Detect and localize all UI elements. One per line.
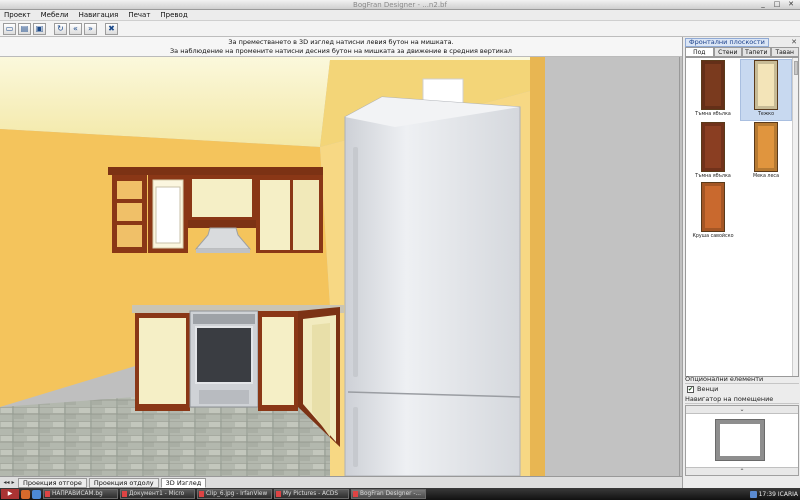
kitchen-3d-render[interactable] — [0, 57, 680, 476]
menu-item-furniture[interactable]: Мебели — [40, 11, 70, 19]
3d-view-canvas[interactable] — [0, 57, 680, 476]
swatch-door-preview — [701, 60, 725, 110]
swatch-door-preview — [754, 122, 778, 172]
tab-top-projection[interactable]: Проекция отгоре — [18, 477, 87, 488]
forward-icon[interactable]: » — [84, 22, 97, 35]
panel-header: Фронтални плоскости — [685, 38, 797, 47]
system-tray: 17:39 ICARIA — [749, 489, 798, 499]
maximize-icon[interactable]: □ — [772, 1, 782, 8]
options-header: Опционални елементи — [685, 375, 799, 384]
swatch-list: Тъмна ябълка Тежко Тъмна ябълка Мека лес… — [685, 57, 799, 377]
scrollbar-thumb[interactable] — [794, 61, 798, 75]
navigator-header: Навигатор на помещение — [685, 395, 799, 404]
app-window: BogFran Designer - ...n2.bf _ □ ✕ Проект… — [0, 0, 800, 500]
tab-nav-arrows-icon[interactable]: ◂◂ ▸ — [2, 479, 16, 486]
crown-molding-checkbox[interactable]: ✔ — [687, 385, 694, 393]
close-icon[interactable]: ✕ — [791, 38, 797, 46]
swatch-door-preview — [754, 60, 778, 110]
panel-tabs: Под Стени Тапети Таван — [685, 47, 799, 57]
swatch-item[interactable]: Круша савойско — [688, 182, 738, 242]
swatch-label: Круша савойско — [692, 234, 734, 239]
menu-item-translate[interactable]: Превод — [159, 11, 188, 19]
delete-icon[interactable]: ✖ — [105, 22, 118, 35]
menu-item-navigation[interactable]: Навигация — [78, 11, 120, 19]
hint-line-1: За преместването в 3D изглед натисни лев… — [228, 38, 454, 46]
open-icon[interactable]: ▤ — [18, 22, 31, 35]
hint-bar: За преместването в 3D изглед натисни лев… — [0, 37, 682, 57]
taskbar-item[interactable]: Документ1 - Micro — [120, 489, 195, 499]
minimize-icon[interactable]: _ — [758, 1, 768, 8]
swatch-item[interactable]: Тежко — [740, 59, 792, 121]
swatch-scrollbar[interactable] — [792, 58, 798, 376]
start-button[interactable]: ▶ — [1, 489, 19, 499]
menu-item-print[interactable]: Печат — [127, 11, 151, 19]
hint-line-2: За наблюдение на промените натисни десни… — [170, 47, 512, 55]
tab-bottom-projection[interactable]: Проекция отдолу — [88, 477, 159, 488]
tab-floor[interactable]: Под — [685, 47, 714, 57]
option-crown-molding[interactable]: ✔ Венци — [687, 385, 718, 393]
tray-clock: 17:39 — [758, 490, 776, 498]
title-bar[interactable]: BogFran Designer - ...n2.bf _ □ ✕ — [0, 0, 800, 10]
new-icon[interactable]: ▭ — [3, 22, 16, 35]
swatch-item[interactable]: Мека леса — [741, 122, 791, 182]
panel-title: Фронтални плоскости — [685, 38, 769, 47]
back-icon[interactable]: « — [69, 22, 82, 35]
taskbar-item[interactable]: НАПРАВИСАМ.bg — [43, 489, 118, 499]
quicklaunch-browser-icon[interactable] — [21, 489, 30, 499]
tab-3d-view[interactable]: 3D Изглед — [160, 477, 207, 488]
window-title: BogFran Designer - ...n2.bf — [353, 1, 447, 9]
room-outline[interactable] — [715, 419, 765, 461]
chevron-up-icon[interactable]: ⌃ — [686, 467, 798, 475]
taskbar-item-active[interactable]: BogFran Designer -... — [351, 489, 426, 499]
close-icon[interactable]: ✕ — [786, 1, 796, 8]
menu-item-project[interactable]: Проект — [3, 11, 32, 19]
toolbar: ▭ ▤ ▣ ↻ « » ✖ — [0, 21, 800, 37]
taskbar-item[interactable]: My Pictures - ACDS — [274, 489, 349, 499]
right-panel: Фронтални плоскости ✕ Под Стени Тапети Т… — [682, 37, 800, 488]
swatch-door-preview — [701, 122, 725, 172]
swatch-item[interactable]: Тъмна ябълка — [688, 122, 738, 182]
tray-label: ICARIA — [777, 490, 798, 498]
crown-molding-label: Венци — [697, 385, 719, 393]
tab-wallpaper[interactable]: Тапети — [742, 47, 771, 57]
room-navigator[interactable]: ⌄ ⌃ — [685, 405, 799, 476]
swatch-label: Тъмна ябълка — [695, 174, 731, 179]
swatch-label: Тъмна ябълка — [695, 112, 731, 117]
swatch-label: Мека леса — [752, 174, 780, 179]
tab-walls[interactable]: Стени — [713, 47, 742, 57]
taskbar-item[interactable]: Clip_6.jpg - IrfanView — [197, 489, 272, 499]
chevron-down-icon[interactable]: ⌄ — [686, 406, 798, 414]
view-tabs: ◂◂ ▸ Проекция отгоре Проекция отдолу 3D … — [0, 476, 682, 488]
quicklaunch-app-icon[interactable] — [32, 489, 41, 499]
save-icon[interactable]: ▣ — [33, 22, 46, 35]
rotate-icon[interactable]: ↻ — [54, 22, 67, 35]
tray-network-icon[interactable] — [749, 490, 757, 498]
swatch-item[interactable]: Тъмна ябълка — [688, 60, 738, 120]
tab-ceiling[interactable]: Таван — [770, 47, 799, 57]
swatch-door-preview — [701, 182, 725, 232]
swatch-label: Тежко — [757, 112, 775, 117]
menu-bar: Проект Мебели Навигация Печат Превод — [0, 10, 800, 21]
os-taskbar: ▶ НАПРАВИСАМ.bg Документ1 - Micro Clip_6… — [0, 488, 800, 500]
